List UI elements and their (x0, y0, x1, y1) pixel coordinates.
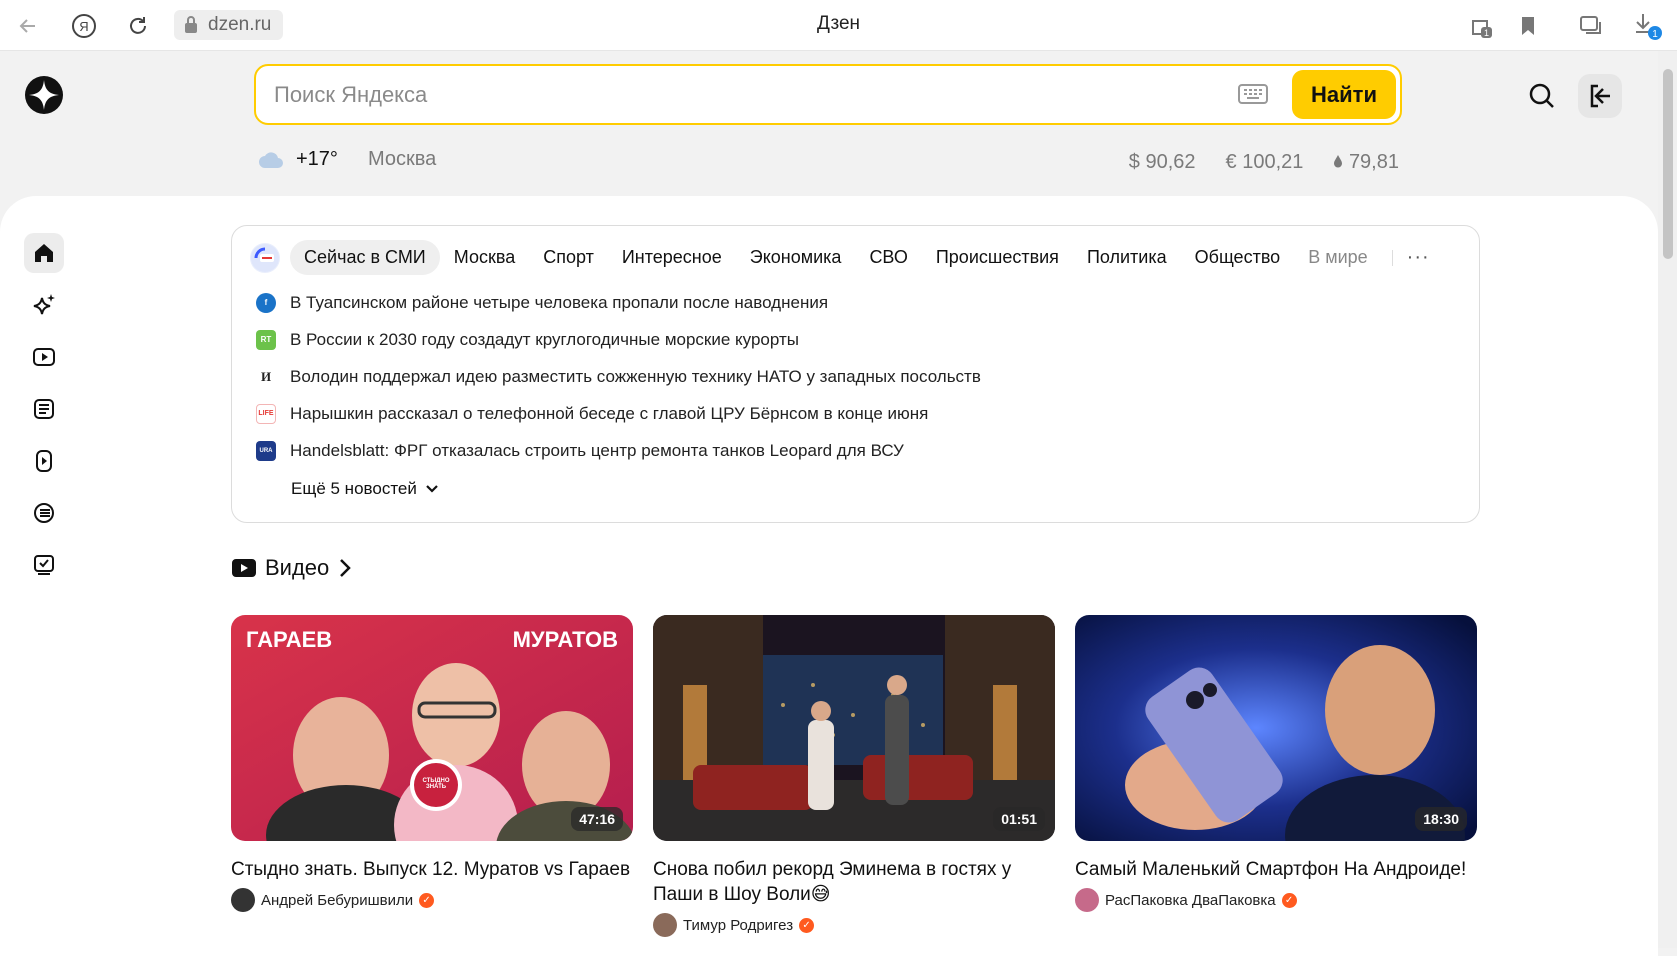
tab-politics[interactable]: Политика (1073, 240, 1181, 275)
video-icon (33, 348, 55, 366)
tab-sport[interactable]: Спорт (529, 240, 608, 275)
chevron-right-icon (340, 559, 352, 577)
usd-rate: $ 90,62 (1128, 151, 1196, 173)
video-section-title: Видео (265, 555, 330, 580)
tabs-divider (1391, 249, 1393, 266)
news-logo-icon (250, 242, 280, 273)
channels-icon (34, 503, 54, 523)
video-author[interactable]: РасПаковка ДваПаковка ✓ (1075, 888, 1477, 912)
video-duration: 01:51 (993, 807, 1045, 831)
tab-society[interactable]: Общество (1181, 240, 1295, 275)
video-title[interactable]: Снова побил рекорд Эминема в гостях у Па… (653, 857, 1055, 907)
video-duration: 18:30 (1415, 807, 1467, 831)
more-tabs-icon[interactable]: ··· (1407, 246, 1430, 269)
news-tabs: Сейчас в СМИ Москва Спорт Интересное Эко… (250, 240, 1430, 275)
checklist-icon (34, 555, 54, 575)
currency-rates[interactable]: $ 90,62 € 100,21 79,81 (1129, 151, 1399, 174)
page-scrollbar[interactable] (1658, 51, 1677, 948)
tabs-icon[interactable]: 1 (1465, 10, 1497, 42)
download-icon[interactable]: 1 (1632, 10, 1664, 42)
verified-icon: ✓ (799, 917, 815, 933)
weather-widget[interactable]: +17° Москва (258, 148, 436, 171)
video-card[interactable]: ГАРАЕВ МУРАТОВ СТЫДНО ЗНАТЬ 47:16 Стыдно… (231, 615, 633, 937)
thumb-badge: СТЫДНО ЗНАТЬ (422, 778, 450, 790)
news-item[interactable]: URA Handelsblatt: ФРГ отказалась строить… (256, 432, 981, 469)
ura-source-icon: URA (256, 440, 276, 461)
video-cards: ГАРАЕВ МУРАТОВ СТЫДНО ЗНАТЬ 47:16 Стыдно… (231, 615, 1477, 937)
tab-svo[interactable]: СВО (855, 240, 921, 275)
news-item[interactable]: И Володин поддержал идею разместить сожж… (256, 358, 981, 395)
search-button[interactable]: Найти (1292, 70, 1396, 119)
eur-rate: € 100,21 (1225, 151, 1304, 173)
scrollbar-thumb[interactable] (1663, 69, 1673, 259)
sidebar-item-channels[interactable] (24, 493, 64, 533)
video-thumbnail[interactable]: 01:51 (653, 615, 1055, 841)
chevron-down-icon (426, 485, 438, 493)
news-block: Сейчас в СМИ Москва Спорт Интересное Эко… (231, 225, 1480, 523)
news-item[interactable]: f В Туапсинском районе четыре человека п… (256, 284, 981, 321)
video-section-header[interactable]: Видео (231, 555, 352, 581)
tab-moscow[interactable]: Москва (440, 240, 529, 275)
search-input[interactable] (274, 80, 1174, 110)
video-duration: 47:16 (571, 807, 623, 831)
video-icon (232, 559, 256, 577)
video-thumbnail[interactable]: ГАРАЕВ МУРАТОВ СТЫДНО ЗНАТЬ 47:16 (231, 615, 633, 841)
browser-toolbar: Я dzen.ru Дзен 1 1 (0, 0, 1677, 51)
avatar (653, 913, 677, 937)
video-author[interactable]: Андрей Бебуришвили ✓ (231, 888, 633, 912)
tab-economy[interactable]: Экономика (736, 240, 856, 275)
login-button[interactable] (1578, 74, 1622, 118)
f-source-icon: f (256, 292, 276, 313)
video-card[interactable]: 18:30 Самый Маленький Смартфон На Андрои… (1075, 615, 1477, 937)
sidebar-item-recommendations[interactable] (24, 285, 64, 325)
oil-rate: 79,81 (1333, 151, 1399, 174)
tab-now-in-media[interactable]: Сейчас в СМИ (290, 240, 440, 275)
izvestia-source-icon: И (256, 366, 276, 387)
sidebar-item-video[interactable] (24, 337, 64, 377)
oil-drop-icon (1334, 155, 1343, 168)
keyboard-icon[interactable] (1237, 80, 1269, 108)
sparkle-icon (33, 294, 55, 315)
news-item[interactable]: RT В России к 2030 году создадут круглог… (256, 321, 981, 358)
weather-city: Москва (367, 148, 437, 170)
verified-icon: ✓ (1281, 892, 1297, 908)
sidebar-item-shorts[interactable] (24, 441, 64, 481)
thumb-text-left: ГАРАЕВ (246, 627, 333, 652)
video-title[interactable]: Самый Маленький Смартфон На Андроиде! (1075, 857, 1477, 882)
weather-temp: +17° (296, 148, 338, 170)
login-icon (1590, 84, 1610, 108)
tab-world[interactable]: В мире (1294, 240, 1381, 275)
thumb-text-right: МУРАТОВ (512, 627, 618, 652)
life-source-icon: LIFE (256, 403, 276, 424)
tab-interesting[interactable]: Интересное (608, 240, 736, 275)
article-icon (34, 399, 54, 419)
cloud-icon (259, 151, 283, 168)
rt-source-icon: RT (256, 329, 276, 350)
avatar (1075, 888, 1099, 912)
avatar (231, 888, 255, 912)
search-icon[interactable] (1520, 74, 1564, 118)
news-list: f В Туапсинском районе четыре человека п… (256, 284, 981, 469)
svg-text:1: 1 (1484, 28, 1489, 38)
video-card[interactable]: 01:51 Снова побил рекорд Эминема в гостя… (653, 615, 1055, 937)
sidebar-item-articles[interactable] (24, 389, 64, 429)
shorts-icon (36, 450, 52, 472)
more-news-button[interactable]: Ещё 5 новостей (291, 479, 439, 499)
video-thumbnail[interactable]: 18:30 (1075, 615, 1477, 841)
video-author[interactable]: Тимур Родригез ✓ (653, 913, 1055, 937)
collections-icon[interactable] (1575, 10, 1607, 42)
bookmark-icon[interactable] (1512, 10, 1544, 42)
verified-icon: ✓ (419, 892, 435, 908)
svg-text:1: 1 (1652, 29, 1658, 40)
news-item[interactable]: LIFE Нарышкин рассказал о телефонной бес… (256, 395, 981, 432)
tab-incidents[interactable]: Происшествия (922, 240, 1073, 275)
video-title[interactable]: Стыдно знать. Выпуск 12. Муратов vs Гара… (231, 857, 633, 882)
sidebar-item-subscriptions[interactable] (24, 545, 64, 585)
dzen-logo-icon[interactable] (25, 76, 63, 114)
search-box: Найти (254, 64, 1402, 125)
sidebar-item-home[interactable] (24, 233, 64, 273)
home-icon (35, 244, 53, 262)
page-title: Дзен (816, 13, 861, 34)
sidebar-nav (24, 233, 64, 597)
